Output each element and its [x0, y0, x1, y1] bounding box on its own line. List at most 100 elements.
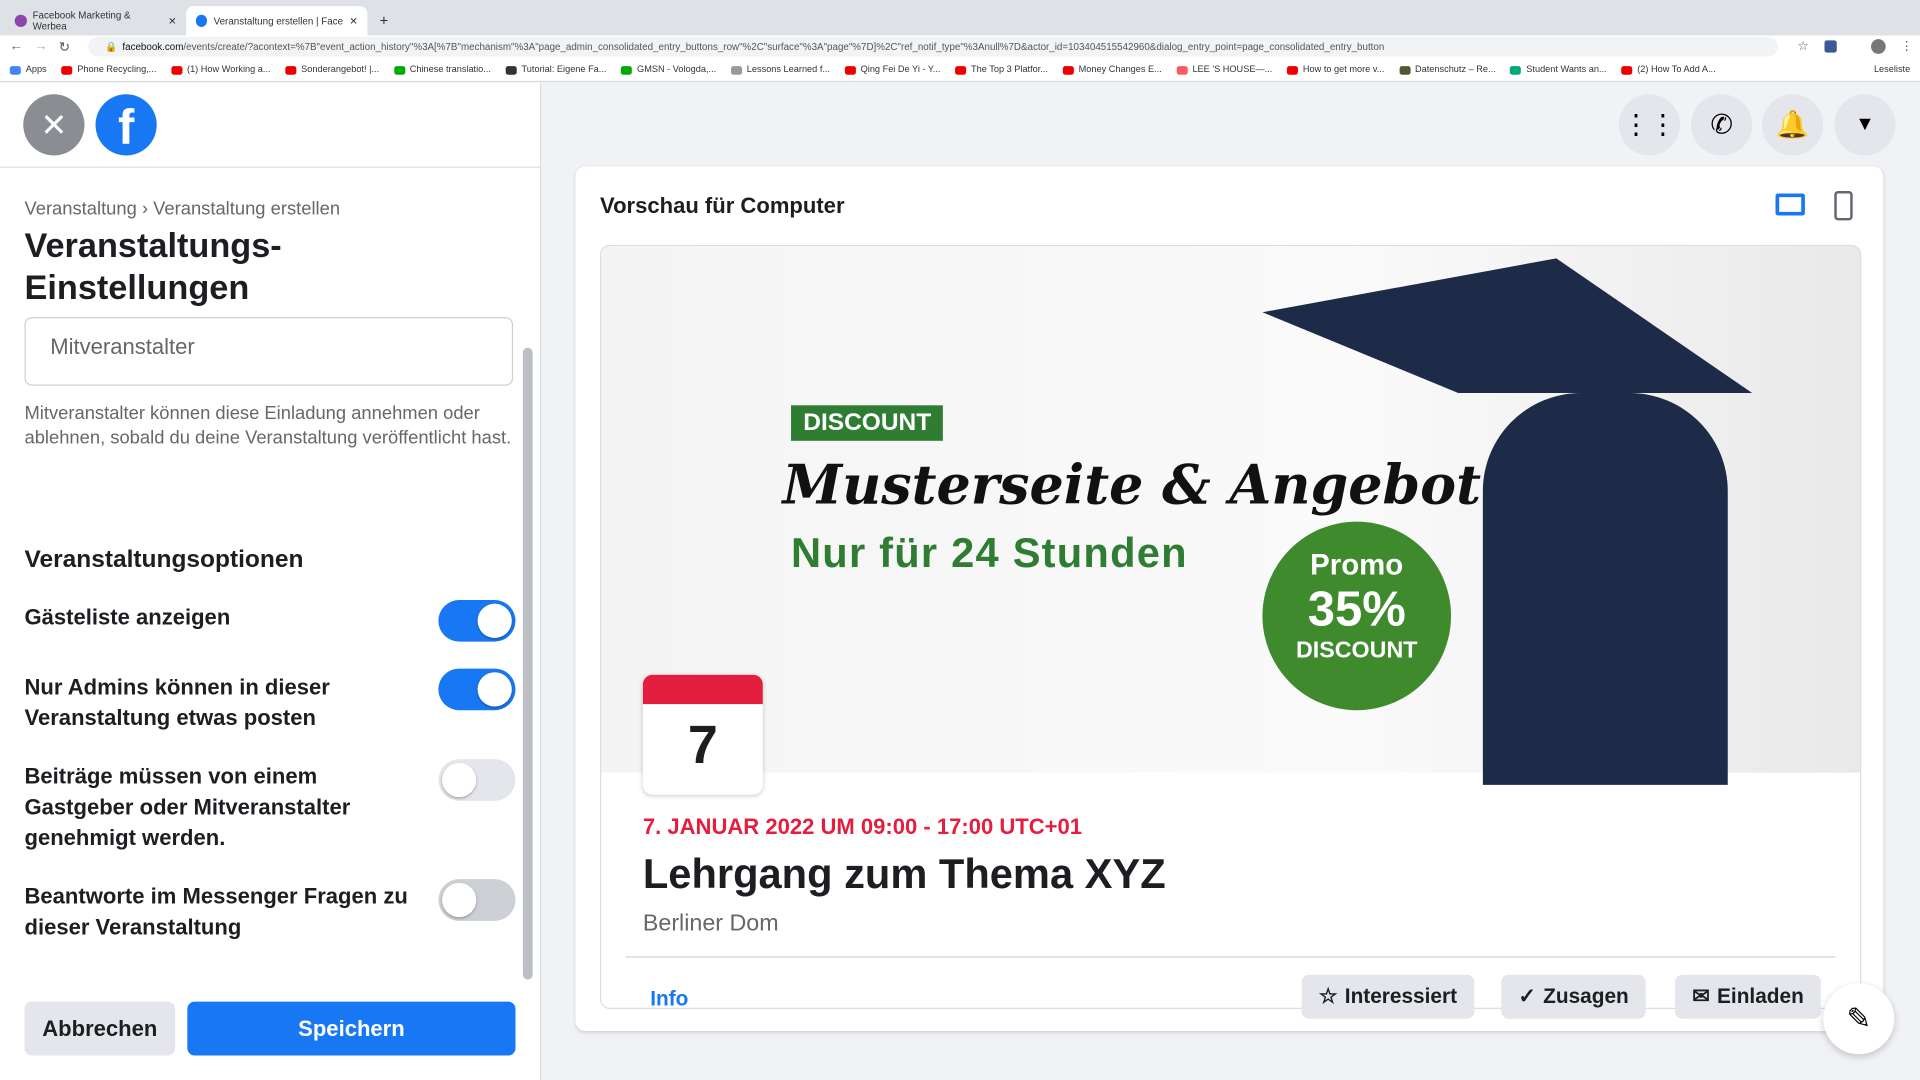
- tab-favicon-icon: [14, 14, 27, 27]
- bookmark[interactable]: (1) How Working a...: [171, 64, 271, 75]
- menu-button[interactable]: ⋮⋮: [1618, 94, 1681, 156]
- post-approval-toggle[interactable]: [438, 759, 516, 801]
- extension-icon[interactable]: [1824, 40, 1837, 53]
- event-preview: DISCOUNT Musterseite & Angebot Nur für 2…: [600, 244, 1862, 1009]
- star-icon: ☆: [1318, 984, 1338, 1008]
- bookmark[interactable]: Apps: [9, 64, 47, 75]
- mobile-preview-icon[interactable]: [1834, 191, 1853, 221]
- cohost-help-text: Mitveranstalter können diese Einladung a…: [24, 402, 512, 449]
- preview-title: Vorschau für Computer: [600, 193, 845, 218]
- reading-list[interactable]: Leseliste: [1866, 63, 1911, 75]
- bookmark[interactable]: Qing Fei De Yi - Y...: [844, 64, 940, 75]
- event-location: Berliner Dom: [642, 911, 779, 937]
- event-date: 7. JANUAR 2022 UM 09:00 - 17:00 UTC+01: [642, 814, 1083, 839]
- envelope-icon: ✉: [1692, 984, 1710, 1008]
- desktop-preview-icon[interactable]: [1775, 193, 1805, 216]
- graduate-figure: [1482, 393, 1728, 785]
- breadcrumb-parent[interactable]: Veranstaltung: [24, 198, 136, 219]
- messenger-button[interactable]: ✆: [1691, 94, 1753, 156]
- cancel-button[interactable]: Abbrechen: [24, 1001, 176, 1056]
- preview-area: ⋮⋮ ✆ 🔔 ▼ Vorschau für Computer DISCOUNT …: [541, 83, 1920, 1080]
- option-label: Gästeliste anzeigen: [24, 604, 231, 630]
- browser-tab-bar: Facebook Marketing & Werbea ✕ Veranstaltu…: [0, 0, 1920, 36]
- close-button[interactable]: ✕: [23, 94, 85, 156]
- tab-title: Veranstaltung erstellen | Faceb: [213, 15, 344, 27]
- browser-tab[interactable]: Facebook Marketing & Werbea ✕: [5, 6, 186, 35]
- close-tab-icon[interactable]: ✕: [168, 15, 176, 26]
- facebook-favicon-icon: [195, 14, 208, 27]
- back-icon[interactable]: ←: [10, 39, 23, 54]
- bookmark[interactable]: Datenschutz – Re...: [1399, 64, 1496, 75]
- reload-icon[interactable]: ↻: [59, 39, 70, 55]
- going-button[interactable]: ✓ Zusagen: [1501, 974, 1646, 1019]
- interested-button[interactable]: ☆ Interessiert: [1301, 974, 1475, 1019]
- bookmark[interactable]: The Top 3 Platfor...: [955, 64, 1048, 75]
- calendar-icon: 7: [642, 674, 763, 795]
- options-heading: Veranstaltungsoptionen: [24, 546, 304, 574]
- messenger-questions-toggle[interactable]: [438, 879, 516, 921]
- browser-tab-active[interactable]: Veranstaltung erstellen | Faceb ✕: [186, 6, 368, 36]
- compose-icon: ✎: [1846, 1002, 1872, 1036]
- facebook-logo[interactable]: f: [95, 94, 157, 156]
- bookmark[interactable]: Sonderangebot! |...: [285, 64, 379, 75]
- url-domain: facebook.com: [122, 41, 184, 53]
- close-tab-icon[interactable]: ✕: [349, 15, 357, 26]
- close-icon: ✕: [40, 105, 68, 143]
- graduation-cap: [1262, 258, 1753, 394]
- option-label: Beiträge müssen von einem Gastgeber oder…: [24, 764, 351, 850]
- event-cover-image: DISCOUNT Musterseite & Angebot Nur für 2…: [601, 246, 1861, 785]
- grid-menu-icon: ⋮⋮: [1622, 108, 1677, 140]
- event-settings-sidebar: ✕ f Veranstaltung › Veranstaltung erstel…: [0, 83, 542, 1080]
- invite-button[interactable]: ✉ Einladen: [1675, 974, 1821, 1019]
- profile-avatar[interactable]: [1871, 39, 1886, 54]
- breadcrumb: Veranstaltung › Veranstaltung erstellen: [24, 198, 341, 220]
- bookmark[interactable]: Money Changes E...: [1062, 64, 1162, 75]
- breadcrumb-current: Veranstaltung erstellen: [153, 198, 341, 220]
- banner-headline: Musterseite & Angebot: [782, 454, 1481, 517]
- bookmark[interactable]: LEE 'S HOUSE—...: [1176, 64, 1272, 75]
- bookmarks-bar: Apps Phone Recycling,... (1) How Working…: [0, 57, 1920, 83]
- facebook-icon: f: [117, 100, 135, 155]
- save-button[interactable]: Speichern: [187, 1001, 516, 1056]
- sidebar-scrollbar[interactable]: [522, 347, 533, 980]
- bookmark[interactable]: Lessons Learned f...: [730, 64, 830, 75]
- preview-card: Vorschau für Computer DISCOUNT Mustersei…: [575, 166, 1884, 1032]
- option-label: Nur Admins können in dieser Veranstaltun…: [24, 674, 330, 730]
- cohost-input[interactable]: Mitveranstalter: [24, 317, 514, 386]
- notifications-button[interactable]: 🔔: [1762, 94, 1824, 156]
- bookmark[interactable]: GMSN - Vologda,...: [621, 64, 716, 75]
- banner-subline: Nur für 24 Stunden: [791, 530, 1188, 577]
- interested-label: Interessiert: [1344, 984, 1458, 1008]
- caret-down-icon: ▼: [1855, 113, 1875, 135]
- new-tab-button[interactable]: +: [370, 6, 398, 35]
- address-bar: ← → ↻ 🔒 facebook.com/events/create/?acont…: [0, 35, 1920, 58]
- bookmark[interactable]: Student Wants an...: [1510, 64, 1607, 75]
- messenger-icon: ✆: [1710, 108, 1733, 140]
- banner-tag: DISCOUNT: [791, 405, 944, 441]
- url-path: /events/create/?acontext=%7B"event_actio…: [183, 41, 1385, 53]
- going-label: Zusagen: [1543, 984, 1629, 1008]
- promo-badge: Promo 35% DISCOUNT: [1262, 521, 1452, 711]
- tab-title: Facebook Marketing & Werbea: [32, 9, 131, 32]
- admins-only-post-toggle[interactable]: [438, 668, 516, 711]
- lock-icon: 🔒: [105, 41, 118, 53]
- account-menu-button[interactable]: ▼: [1834, 94, 1896, 156]
- bookmark[interactable]: Phone Recycling,...: [61, 64, 156, 75]
- forward-icon[interactable]: →: [34, 39, 47, 54]
- invite-label: Einladen: [1717, 984, 1804, 1008]
- option-label: Beantworte im Messenger Fragen zu dieser…: [24, 884, 408, 940]
- check-circle-icon: ✓: [1518, 984, 1536, 1008]
- bookmark[interactable]: How to get more v...: [1286, 64, 1384, 75]
- bell-icon: 🔔: [1775, 108, 1810, 140]
- guest-list-toggle[interactable]: [438, 600, 516, 642]
- bookmark[interactable]: Tutorial: Eigene Fa...: [505, 64, 606, 75]
- tab-info[interactable]: Info: [650, 987, 688, 1008]
- bookmark[interactable]: (2) How To Add A...: [1621, 64, 1716, 75]
- event-name: Lehrgang zum Thema XYZ: [642, 851, 1166, 898]
- menu-icon[interactable]: ⋮: [1900, 40, 1912, 53]
- url-input[interactable]: 🔒 facebook.com/events/create/?acontext=%7…: [88, 36, 1778, 57]
- new-message-button[interactable]: ✎: [1823, 983, 1895, 1055]
- page-title: Veranstaltungs- Einstellungen: [24, 226, 282, 307]
- star-icon[interactable]: ☆: [1798, 40, 1809, 53]
- bookmark[interactable]: Chinese translatio...: [393, 64, 491, 75]
